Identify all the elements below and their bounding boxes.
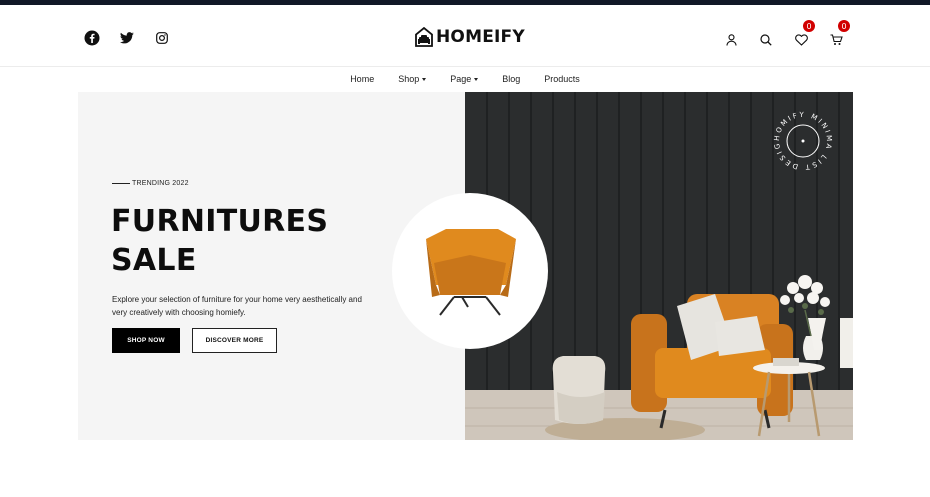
hero-banner: TRENDING 2022 FURNITURES SALE Explore yo… [78,92,853,440]
social-links [84,30,170,46]
wishlist-heart-icon[interactable]: 0 [793,20,815,48]
logo-text: HOMEIFY [436,27,525,47]
caret-down-icon [422,77,427,81]
site-header: HOMEIFY 0 0 [0,5,930,67]
hero-eyebrow: TRENDING 2022 [112,180,189,187]
cart-icon[interactable]: 0 [828,20,850,48]
eyebrow-line [112,183,130,184]
nav-item-blog[interactable]: Blog [490,68,532,90]
headline-line-2: SALE [111,243,197,278]
shop-now-button[interactable]: SHOP NOW [112,328,180,353]
nav-item-page[interactable]: Page [438,68,490,90]
nav-item-products[interactable]: Products [532,68,592,90]
discover-more-button[interactable]: DISCOVER MORE [192,328,277,353]
hero-headline: FURNITURES SALE [111,202,411,280]
site-logo[interactable]: HOMEIFY [415,27,525,47]
twitter-icon[interactable] [119,30,135,46]
cart-count-badge: 0 [838,20,850,32]
header-actions: 0 0 [723,20,850,48]
wishlist-count-badge: 0 [803,20,815,32]
hero-description: Explore your selection of furniture for … [112,295,362,317]
instagram-icon[interactable] [154,30,170,46]
search-icon[interactable] [758,32,774,48]
caret-down-icon [474,77,479,81]
featured-product-circle[interactable] [392,193,548,349]
main-nav: Home Shop Page Blog Products [0,68,930,90]
facebook-icon[interactable] [84,30,100,46]
headline-line-1: FURNITURES [111,204,329,239]
house-logo-icon [415,27,433,47]
nav-item-shop[interactable]: Shop [386,68,438,90]
nav-item-home[interactable]: Home [338,68,386,90]
user-icon[interactable] [723,32,739,48]
